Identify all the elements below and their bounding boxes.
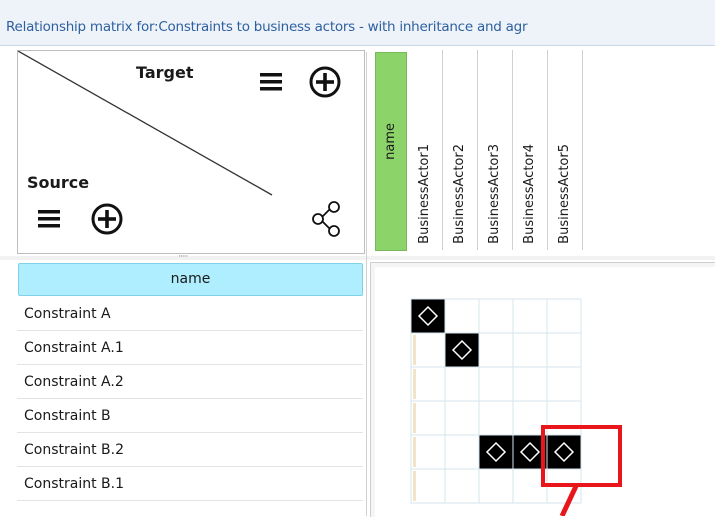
row-marker-strip [413, 471, 416, 501]
matrix-cell[interactable] [444, 400, 480, 436]
matrix-cell[interactable] [546, 298, 582, 334]
row-header-panel: name Constraint A Constraint A.1 Constra… [17, 262, 363, 516]
column-header-businessactor1[interactable]: BusinessActor1 [408, 50, 443, 250]
matrix-cell[interactable] [512, 332, 548, 368]
share-icon[interactable] [312, 201, 344, 237]
column-name-label: name [383, 123, 398, 160]
row-constraint-a1[interactable]: Constraint A.1 [17, 331, 363, 365]
matrix-cell[interactable] [478, 298, 514, 334]
vertical-splitter[interactable] [366, 52, 367, 516]
matrix-cell[interactable] [410, 468, 446, 504]
source-menu-icon[interactable] [37, 209, 61, 229]
column-header-businessactor2[interactable]: BusinessActor2 [443, 50, 478, 250]
source-label: Source [27, 173, 90, 192]
matrix-cell[interactable] [410, 434, 446, 470]
matrix-cell[interactable] [478, 468, 514, 504]
matrix-cell[interactable] [444, 434, 480, 470]
row-marker-strip [413, 369, 416, 399]
row-marker-strip [413, 403, 416, 433]
matrix-cell[interactable] [410, 298, 446, 334]
column-label: BusinessActor4 [522, 144, 537, 244]
matrix-cell[interactable] [410, 400, 446, 436]
column-header-businessactor5[interactable]: BusinessActor5 [548, 50, 583, 250]
matrix-cell[interactable] [546, 332, 582, 368]
column-header-panel: name BusinessActor1 BusinessActor2 Busin… [372, 50, 715, 252]
highlight-box [541, 425, 622, 487]
matrix-cell[interactable] [444, 332, 480, 368]
splitter-grip[interactable]: ····· [178, 252, 188, 262]
column-label: BusinessActor3 [487, 144, 502, 244]
row-marker-strip [413, 437, 416, 467]
matrix-cell[interactable] [410, 332, 446, 368]
row-constraint-a2[interactable]: Constraint A.2 [17, 365, 363, 399]
matrix-cell[interactable] [478, 434, 514, 470]
row-marker-strip [413, 335, 416, 365]
column-header-businessactor3[interactable]: BusinessActor3 [478, 50, 513, 250]
matrix-cell[interactable] [444, 298, 480, 334]
matrix-cell[interactable] [478, 332, 514, 368]
target-label: Target [136, 63, 194, 82]
matrix-corner-panel: Target Source [17, 50, 365, 254]
annotation-arrow [559, 484, 580, 516]
horizontal-splitter[interactable] [0, 256, 715, 260]
matrix-cell[interactable] [478, 400, 514, 436]
matrix-cell[interactable] [478, 366, 514, 402]
matrix-cell[interactable] [444, 366, 480, 402]
column-label: BusinessActor1 [417, 144, 432, 244]
row-constraint-b1[interactable]: Constraint B.1 [17, 467, 363, 501]
matrix-cell[interactable] [444, 468, 480, 504]
matrix-title: Relationship matrix for:Constraints to b… [6, 19, 528, 35]
column-label: BusinessActor2 [452, 144, 467, 244]
matrix-cell[interactable] [410, 366, 446, 402]
row-constraint-b[interactable]: Constraint B [17, 399, 363, 433]
title-bar: Relationship matrix for:Constraints to b… [0, 0, 715, 46]
row-constraint-a[interactable]: Constraint A [17, 297, 363, 331]
row-name-header[interactable]: name [18, 263, 363, 296]
matrix-cell[interactable] [546, 366, 582, 402]
column-name-header[interactable]: name [375, 52, 407, 251]
target-add-icon[interactable] [308, 65, 342, 99]
source-add-icon[interactable] [90, 202, 124, 236]
target-menu-icon[interactable] [259, 72, 283, 92]
column-label: BusinessActor5 [557, 144, 572, 244]
row-constraint-b2[interactable]: Constraint B.2 [17, 433, 363, 467]
column-header-businessactor4[interactable]: BusinessActor4 [513, 50, 548, 250]
matrix-cell[interactable] [512, 298, 548, 334]
matrix-cell[interactable] [512, 366, 548, 402]
